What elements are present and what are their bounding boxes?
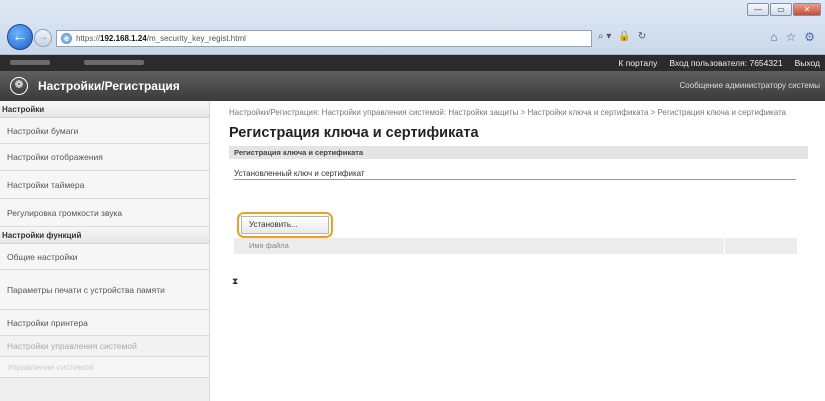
admin-message-link[interactable]: Сообщение администратору системы (680, 81, 820, 90)
sidebar-item-memory-print[interactable]: Параметры печати с устройства памяти (0, 270, 209, 310)
home-icon[interactable]: ⌂ (770, 30, 777, 44)
sidebar-item-system-management[interactable]: Настройки управления системой (0, 336, 209, 357)
section-header: Регистрация ключа и сертификата (229, 146, 808, 159)
refresh-icon[interactable]: ↻ (638, 31, 646, 42)
file-table-header: Имя файла (234, 238, 797, 254)
installed-keys-heading: Установленный ключ и сертификат (234, 169, 796, 180)
minimize-button[interactable]: — (747, 3, 769, 16)
main-content: Настройки/Регистрация: Настройки управле… (229, 108, 819, 286)
page-title: Регистрация ключа и сертификата (229, 125, 479, 141)
address-bar[interactable]: e https://192.168.1.24/m_security_key_re… (56, 30, 592, 47)
back-to-top-icon[interactable]: ⧗ (232, 276, 238, 287)
maximize-button[interactable]: ▭ (770, 3, 792, 16)
sidebar-item-paper[interactable]: Настройки бумаги (0, 118, 209, 144)
close-button[interactable]: ✕ (793, 3, 821, 16)
sidebar-item-common[interactable]: Общие настройки (0, 244, 209, 270)
browser-toolbar: — ▭ ✕ ← → e https://192.168.1.24/m_secur… (0, 0, 825, 55)
window-controls: — ▭ ✕ (747, 3, 821, 16)
top-bar: К порталу Вход пользователя: 7654321 Вых… (0, 55, 825, 71)
sidebar-item-printer[interactable]: Настройки принтера (0, 310, 209, 336)
sidebar-item-system-control[interactable]: Управление системой (0, 357, 209, 378)
header-title: Настройки/Регистрация (38, 79, 180, 93)
page-header: ❁ Настройки/Регистрация Сообщение админи… (0, 71, 825, 101)
sidebar: Настройки Настройки бумаги Настройки ото… (0, 101, 210, 401)
blurred-device-info (10, 60, 144, 65)
search-icon[interactable]: ⌕ ▾ (598, 31, 611, 42)
gear-icon[interactable]: ⚙ (804, 30, 815, 44)
sidebar-section-settings: Настройки (0, 101, 209, 118)
sidebar-item-timer[interactable]: Настройки таймера (0, 171, 209, 199)
sidebar-item-volume[interactable]: Регулировка громкости звука (0, 199, 209, 227)
settings-icon: ❁ (10, 77, 28, 95)
logout-link[interactable]: Выход (795, 58, 820, 68)
address-tools: ⌕ ▾ 🔒 ↻ (598, 31, 646, 42)
sidebar-item-display[interactable]: Настройки отображения (0, 144, 209, 171)
file-name-column: Имя файла (249, 241, 289, 250)
favorites-icon[interactable]: ☆ (785, 30, 796, 44)
sidebar-section-functions: Настройки функций (0, 227, 209, 244)
lock-icon[interactable]: 🔒 (618, 31, 630, 42)
forward-button[interactable]: → (34, 29, 52, 47)
breadcrumb: Настройки/Регистрация: Настройки управле… (229, 108, 787, 117)
back-button[interactable]: ← (7, 24, 33, 50)
url-text: https://192.168.1.24/m_security_key_regi… (76, 34, 246, 43)
browser-right-tools: ⌂ ☆ ⚙ (770, 30, 815, 44)
install-button[interactable]: Установить... (241, 216, 329, 234)
file-extra-column (724, 238, 797, 254)
portal-link[interactable]: К порталу (618, 58, 657, 68)
user-label: Вход пользователя: 7654321 (669, 58, 783, 68)
ie-icon: e (61, 33, 72, 44)
